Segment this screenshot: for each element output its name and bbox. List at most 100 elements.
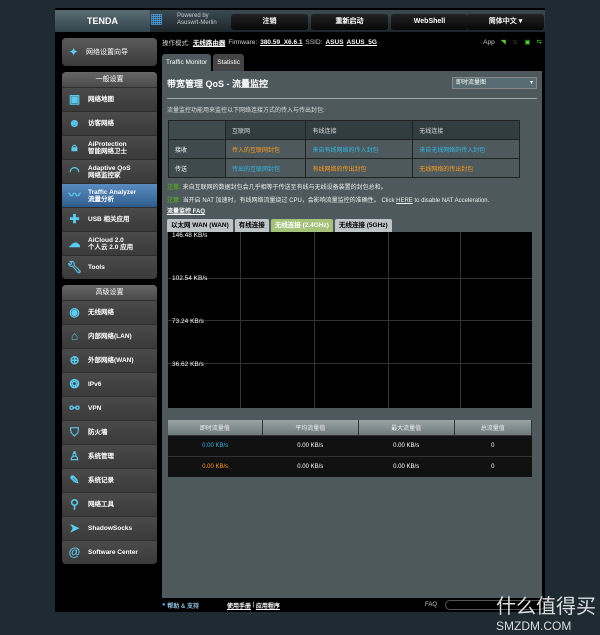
network-status-icon[interactable]: ▣	[524, 38, 530, 46]
wizard-label: 网络设置向导	[86, 49, 128, 56]
header-cell: 平均流量值	[262, 420, 359, 435]
powered-by: Powered by Asuswrt-Merlin	[177, 13, 217, 27]
sidebar-item-traffic-analyzer[interactable]: 〰 Traffic Analyzer 流量分析	[62, 183, 157, 207]
cell: 0.00 KB/s	[168, 455, 263, 477]
cell: 有线网络的传出封包	[305, 158, 414, 178]
cell: 来自无线网络的传入封包	[412, 139, 520, 159]
item-label: USB 相关应用	[88, 216, 130, 223]
sidebar-item-wireless[interactable]: ◉ 无线网络	[62, 300, 157, 324]
divider	[167, 98, 537, 99]
view-select-value: 即时流量图	[456, 80, 487, 86]
status-bar: 操作模式: 无线路由器 Firmware: 380.59_X6.6.1 SSID: A…	[162, 34, 542, 50]
item-label: 网络工具	[88, 501, 114, 508]
vpn-icon: ⚯	[69, 401, 80, 415]
stats-table: 即时流量值 平均流量值 最大流量值 总流量值 0.00 KB/s 0.00 KB/s 0.…	[168, 420, 533, 477]
nat-here-link[interactable]: HERE	[396, 198, 413, 204]
item-sublabel: 智能网络卫士	[88, 147, 127, 155]
y-tick-label: 102.54 KB/s	[172, 275, 208, 282]
powered-by-label: Powered by	[177, 13, 209, 19]
cell: 传入的互联网封包	[224, 139, 307, 159]
app-link[interactable]: App	[483, 39, 495, 46]
chevron-down-icon: ▾	[518, 18, 523, 25]
magic-wand-icon: ✦	[68, 45, 79, 59]
chart-tab-wired[interactable]: 有线连接	[234, 219, 269, 232]
mode-link[interactable]: 无线路由器	[193, 37, 226, 47]
note-label: 注意:	[167, 198, 181, 204]
sidebar-item-ipv6[interactable]: ❂ IPv6	[62, 372, 157, 396]
general-settings: 一般设置 ▣ 网络地图 ☻ 访客网络 🔒︎ AiProtection 智能网络卫士 ◠ A…	[62, 72, 157, 279]
item-label: AiProtection	[88, 140, 127, 148]
sidebar-item-shadowsocks[interactable]: ➤ ShadowSocks	[62, 516, 157, 540]
sidebar-item-usb[interactable]: ✚ USB 相关应用	[62, 207, 157, 231]
tab-statistic[interactable]: Statistic	[213, 54, 244, 71]
manual-link[interactable]: 使用手册	[227, 601, 251, 610]
reboot-button[interactable]: 重新启动	[311, 14, 388, 30]
sidebar-item-syslog[interactable]: ✎ 系统记录	[62, 468, 157, 492]
chart-tab-2g[interactable]: 无线连接 (2.4GHz)	[270, 219, 333, 232]
item-label: ShadowSocks	[88, 525, 133, 532]
firmware-label: Firmware:	[228, 38, 258, 46]
table-row: 0.00 KB/s 0.00 KB/s 0.00 KB/s 0	[168, 434, 532, 456]
faq-link[interactable]: 流量监控 FAQ	[167, 206, 537, 215]
wifi-status-icon[interactable]: ◥	[501, 38, 506, 46]
top-bar: TENDA ▦ Powered by Asuswrt-Merlin 注销 重新启动…	[55, 10, 545, 32]
sidebar-item-software-center[interactable]: @ Software Center	[62, 540, 157, 564]
advanced-title: 高级设置	[62, 285, 157, 300]
ssid-link-2[interactable]: ASUS_5G	[347, 39, 377, 46]
note-text: to disable NAT Acceleration.	[412, 198, 490, 204]
help-link[interactable]: 帮助 & 支持	[167, 601, 199, 610]
note-text: 当开启 NAT 加速时，有线网络流量绕过 CPU，会影响流量监控的准确性。 Cl…	[182, 198, 397, 204]
firmware-link[interactable]: 380.59_X6.6.1	[260, 39, 302, 46]
usb-status-icon[interactable]: ⇆	[537, 38, 542, 46]
sidebar-item-guest-network[interactable]: ☻ 访客网络	[62, 111, 157, 135]
traffic-icon: 〰	[68, 188, 81, 202]
sidebar-item-admin[interactable]: ♙ 系统管理	[62, 444, 157, 468]
sidebar-item-tools[interactable]: 🔧︎ Tools	[62, 255, 157, 279]
shield-icon: ⛉	[69, 425, 79, 439]
item-sublabel: 网络监控家	[88, 171, 121, 179]
footer: ● 帮助 & 支持 使用手册 | 应用程序 FAQ	[162, 598, 545, 612]
item-label: Software Center	[88, 549, 138, 556]
view-select[interactable]: 即时流量图 ▾	[452, 77, 537, 89]
chart-tab-5g[interactable]: 无线连接 (5GHz)	[334, 219, 392, 232]
sidebar-item-vpn[interactable]: ⚯ VPN	[62, 396, 157, 420]
logout-button[interactable]: 注销	[231, 14, 308, 30]
item-label: 无线网络	[88, 309, 114, 316]
sidebar-item-network-tools[interactable]: ⚲ 网络工具	[62, 492, 157, 516]
network-map-icon: ▣	[68, 92, 81, 106]
table-row: 0.00 KB/s 0.00 KB/s 0.00 KB/s 0	[168, 455, 532, 477]
paper-plane-icon: ➤	[69, 521, 80, 535]
item-sublabel: 流量分析	[88, 195, 114, 203]
tab-traffic-monitor[interactable]: Traffic Monitor	[162, 54, 212, 71]
sidebar-item-aicloud[interactable]: ☁ AiCloud 2.0 个人云 2.0 应用	[62, 231, 157, 255]
wifi-icon: ◉	[69, 305, 80, 319]
advanced-settings: 高级设置 ◉ 无线网络 ⌂ 内部网络(LAN) ⊕ 外部网络(WAN) ❂ IPv6 ⚯…	[62, 285, 157, 564]
tools-icon: ⚲	[70, 497, 79, 511]
ssid-link-1[interactable]: ASUS	[325, 39, 343, 46]
cell: 来自有线网络的传入封包	[305, 139, 414, 159]
y-tick-label: 146.48 KB/s	[172, 232, 208, 239]
chart-tab-wan[interactable]: 以太网 WAN (WAN)	[167, 219, 233, 232]
webshell-button[interactable]: WebShell	[391, 14, 468, 30]
sidebar-item-wan[interactable]: ⊕ 外部网络(WAN)	[62, 348, 157, 372]
apps-link[interactable]: 应用程序	[256, 601, 280, 610]
cell: 0	[454, 434, 532, 456]
sidebar-item-adaptive-qos[interactable]: ◠ Adaptive QoS 网络监控家	[62, 159, 157, 183]
users-icon[interactable]: ☺	[512, 39, 519, 46]
language-select[interactable]: 简体中文 ▾	[467, 14, 544, 30]
cell: 0	[454, 455, 532, 477]
router-icon: ▦	[150, 10, 164, 26]
ssid-label: SSID:	[305, 38, 323, 46]
sidebar-item-lan[interactable]: ⌂ 内部网络(LAN)	[62, 324, 157, 348]
item-sublabel: 个人云 2.0 应用	[88, 243, 134, 251]
sidebar-item-firewall[interactable]: ⛉ 防火墙	[62, 420, 157, 444]
row-label: 传送	[168, 158, 226, 178]
sidebar-item-network-map[interactable]: ▣ 网络地图	[62, 87, 157, 111]
wizard-button[interactable]: ✦ 网络设置向导	[62, 38, 157, 66]
brand-logo: TENDA	[55, 10, 150, 32]
watermark-logo: 什么值得买 SMZDM.COM	[496, 590, 596, 633]
cell: 0.00 KB/s	[262, 455, 359, 477]
item-label: Traffic Analyzer	[88, 188, 137, 196]
cell: 传出的互联网封包	[224, 158, 307, 178]
sidebar-item-aiprotection[interactable]: 🔒︎ AiProtection 智能网络卫士	[62, 135, 157, 159]
